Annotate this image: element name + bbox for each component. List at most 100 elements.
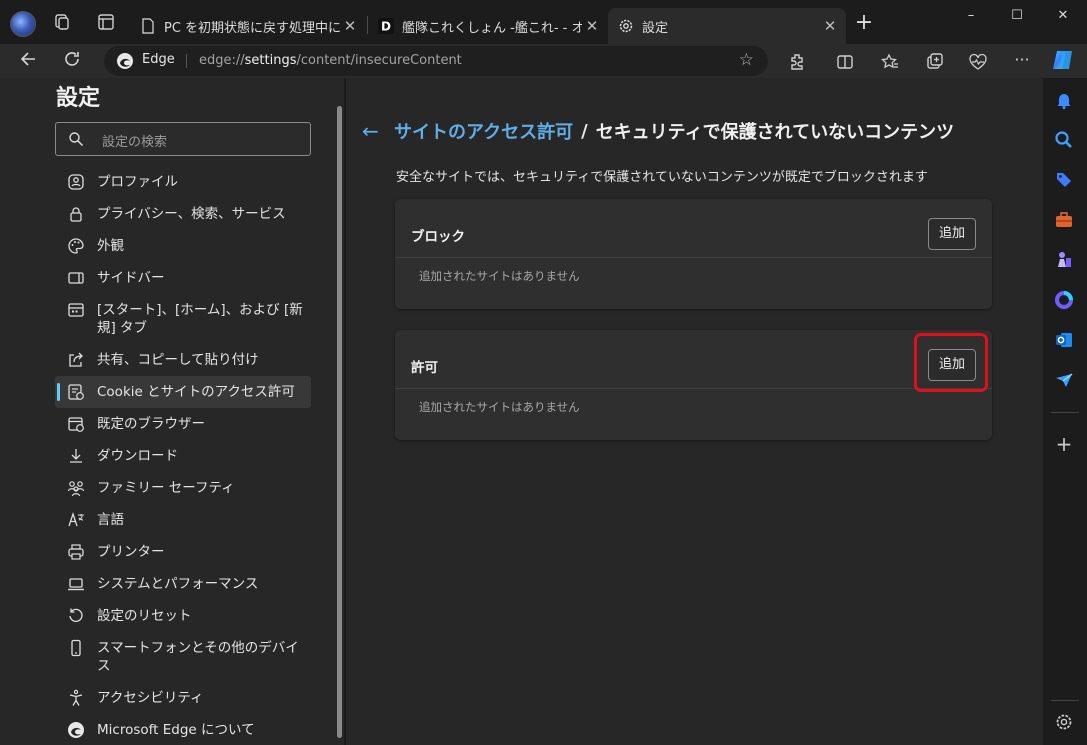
address-bar[interactable]: Edge edge://settings/content/insecureCon… bbox=[104, 46, 768, 76]
browser-icon bbox=[68, 417, 84, 432]
block-title: ブロック bbox=[411, 229, 465, 245]
outlook-icon[interactable] bbox=[1054, 330, 1074, 350]
settings-nav-pane: 設定 設定の検索 プロファイル プライバシー、検索、サービス 外観 サイドバー bbox=[0, 78, 344, 745]
tab-kancolle[interactable]: D 艦隊これくしょん -艦これ- - オンライン ✕ bbox=[368, 8, 608, 44]
menu-item-start-home-newtab[interactable]: [スタート]、[ホーム]、および [新規] タブ bbox=[55, 294, 311, 344]
minimize-button[interactable]: – bbox=[948, 4, 994, 30]
home-tab-icon bbox=[68, 303, 84, 317]
shopping-tag-icon[interactable] bbox=[1054, 170, 1074, 190]
menu-label: [スタート]、[ホーム]、および [新規] タブ bbox=[97, 302, 303, 336]
block-add-button[interactable]: 追加 bbox=[928, 218, 976, 250]
send-drop-icon[interactable] bbox=[1054, 370, 1074, 390]
collections-icon[interactable] bbox=[925, 52, 945, 72]
palette-icon bbox=[68, 238, 84, 254]
menu-item-system-performance[interactable]: システムとパフォーマンス bbox=[55, 568, 311, 600]
printer-icon bbox=[68, 544, 84, 560]
tab-settings[interactable]: 設定 ✕ bbox=[608, 8, 846, 44]
breadcrumb-site-permissions-link[interactable]: サイトのアクセス許可 bbox=[394, 118, 573, 144]
favorites-icon[interactable] bbox=[880, 52, 900, 72]
block-empty-text: 追加されたサイトはありません bbox=[419, 269, 580, 283]
lock-icon bbox=[70, 207, 82, 222]
menu-item-reset-settings[interactable]: 設定のリセット bbox=[55, 600, 311, 632]
menu-label: ダウンロード bbox=[97, 448, 178, 464]
extensions-icon[interactable] bbox=[787, 52, 807, 72]
menu-item-phone-devices[interactable]: スマートフォンとその他のデバイス bbox=[55, 632, 311, 682]
copilot-app-icon[interactable] bbox=[1054, 290, 1074, 310]
breadcrumb-separator: / bbox=[581, 120, 588, 142]
menu-label: 既定のブラウザー bbox=[97, 416, 205, 432]
profile-avatar[interactable] bbox=[10, 11, 36, 37]
search-icon[interactable] bbox=[1054, 130, 1074, 150]
menu-item-cookies-permissions[interactable]: Cookie とサイトのアクセス許可 bbox=[55, 376, 311, 408]
menu-label: ファミリー セーフティ bbox=[97, 480, 235, 496]
edge-icon bbox=[117, 53, 133, 69]
tab-title: 艦隊これくしょん -艦これ- - オンライン bbox=[402, 20, 582, 36]
address-toolbar: Edge edge://settings/content/insecureCon… bbox=[0, 44, 1087, 78]
menu-label: プロファイル bbox=[97, 174, 178, 190]
block-list-card: ブロック 追加 追加されたサイトはありません bbox=[395, 199, 992, 309]
menu-label: システムとパフォーマンス bbox=[97, 576, 259, 592]
menu-item-about-edge[interactable]: Microsoft Edge について bbox=[55, 714, 311, 745]
games-chess-icon[interactable] bbox=[1054, 250, 1074, 270]
menu-item-printers[interactable]: プリンター bbox=[55, 536, 311, 568]
menu-label: Microsoft Edge について bbox=[97, 722, 255, 738]
close-window-button[interactable]: ✕ bbox=[1040, 4, 1086, 30]
refresh-button[interactable] bbox=[60, 49, 84, 73]
copilot-icon[interactable] bbox=[1050, 47, 1076, 73]
address-divider bbox=[186, 54, 187, 68]
url-path: /content/insecureContent bbox=[296, 53, 462, 68]
edge-sidebar: + bbox=[1043, 78, 1087, 745]
more-menu-icon[interactable]: ··· bbox=[1010, 49, 1034, 73]
url-prefix: edge:// bbox=[199, 53, 245, 68]
menu-item-profile[interactable]: プロファイル bbox=[55, 166, 311, 198]
close-icon[interactable]: ✕ bbox=[340, 17, 360, 35]
new-tab-button[interactable]: + bbox=[852, 12, 876, 36]
back-arrow-icon[interactable]: ← bbox=[362, 119, 384, 143]
favorite-star-icon[interactable]: ☆ bbox=[739, 50, 754, 70]
accessibility-icon bbox=[69, 689, 83, 706]
menu-item-sidebar[interactable]: サイドバー bbox=[55, 262, 311, 294]
menu-item-accessibility[interactable]: アクセシビリティ bbox=[55, 682, 311, 714]
dmm-icon: D bbox=[378, 18, 394, 34]
share-icon bbox=[69, 352, 83, 367]
notification-bell-icon[interactable] bbox=[1054, 90, 1074, 110]
menu-item-default-browser[interactable]: 既定のブラウザー bbox=[55, 408, 311, 440]
menu-label: プリンター bbox=[97, 544, 165, 560]
workspaces-icon[interactable] bbox=[52, 12, 72, 32]
cookie-icon bbox=[68, 384, 84, 400]
menu-item-share-copy-paste[interactable]: 共有、コピーして貼り付け bbox=[55, 344, 311, 376]
page-description: 安全なサイトでは、セキュリティで保護されていないコンテンツが既定でブロックされま… bbox=[396, 170, 928, 185]
maximize-button[interactable]: ☐ bbox=[994, 4, 1040, 30]
split-screen-icon[interactable] bbox=[835, 52, 855, 72]
sidebar-separator bbox=[1051, 412, 1079, 413]
close-icon[interactable]: ✕ bbox=[820, 17, 840, 35]
sidebar-icon bbox=[68, 272, 84, 284]
menu-item-languages[interactable]: 言語 bbox=[55, 504, 311, 536]
allow-list-card: 許可 追加 追加されたサイトはありません bbox=[395, 330, 992, 440]
tools-briefcase-icon[interactable] bbox=[1054, 210, 1074, 230]
allow-title: 許可 bbox=[411, 360, 438, 376]
tab-title: PC を初期状態に戻す処理中に削除 bbox=[164, 20, 340, 36]
menu-label: 外観 bbox=[97, 238, 124, 254]
menu-item-family-safety[interactable]: ファミリー セーフティ bbox=[55, 472, 311, 504]
back-button[interactable] bbox=[17, 49, 41, 73]
tab-pc-reset[interactable]: PC を初期状態に戻す処理中に削除 ✕ bbox=[130, 8, 366, 44]
tab-actions-icon[interactable] bbox=[96, 12, 116, 32]
menu-item-appearance[interactable]: 外観 bbox=[55, 230, 311, 262]
settings-menu: プロファイル プライバシー、検索、サービス 外観 サイドバー [スタート]、[ホ… bbox=[55, 166, 311, 745]
nav-scrollbar[interactable] bbox=[337, 106, 342, 738]
add-sidebar-app-icon[interactable]: + bbox=[1054, 434, 1074, 454]
sidebar-settings-gear-icon[interactable] bbox=[1054, 712, 1074, 732]
site-chip: Edge bbox=[142, 52, 175, 67]
menu-label: スマートフォンとその他のデバイス bbox=[97, 640, 299, 674]
menu-item-downloads[interactable]: ダウンロード bbox=[55, 440, 311, 472]
tab-title: 設定 bbox=[642, 20, 669, 36]
menu-item-privacy[interactable]: プライバシー、検索、サービス bbox=[55, 198, 311, 230]
close-icon[interactable]: ✕ bbox=[582, 17, 602, 35]
refresh-icon bbox=[65, 52, 79, 66]
browser-essentials-icon[interactable] bbox=[968, 52, 988, 72]
page-icon bbox=[142, 18, 154, 34]
settings-search-input[interactable]: 設定の検索 bbox=[55, 122, 311, 156]
reset-icon bbox=[69, 608, 83, 622]
svg-text:D: D bbox=[381, 20, 391, 34]
